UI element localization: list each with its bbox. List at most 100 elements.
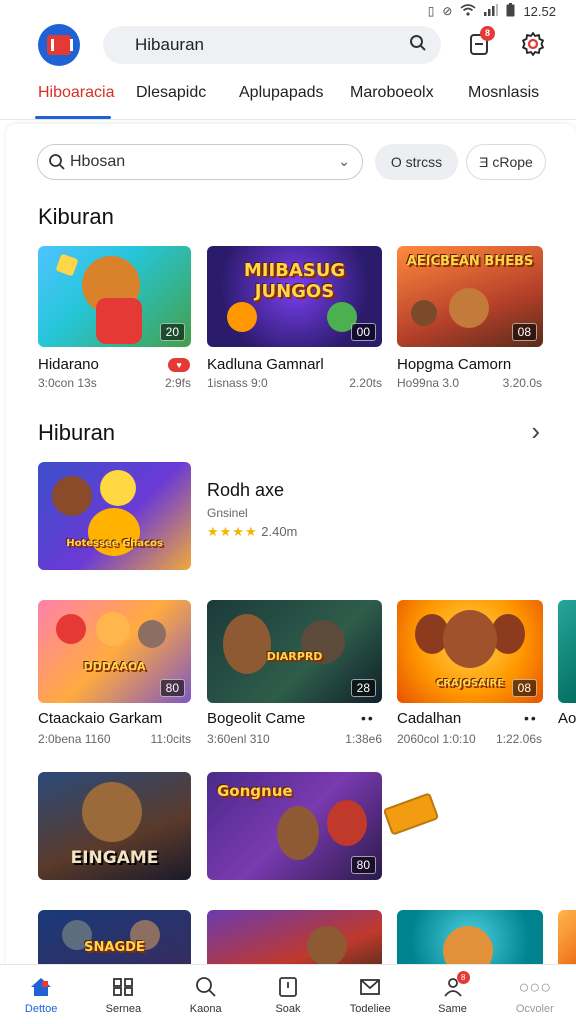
featured-game-thumbnail[interactable]: Hotessee Ghacos (38, 462, 191, 570)
game-meta: 2060col 1:0:10 (397, 732, 476, 746)
signal-icon (484, 3, 499, 19)
section-title-kiburan: Kiburan (38, 204, 114, 229)
game-art-title: Gongnue (217, 782, 293, 800)
top-search-input[interactable]: Hibauran (103, 26, 441, 64)
ticket-decoration-icon (382, 792, 440, 836)
search-icon[interactable] (409, 34, 427, 52)
nav-label: Soak (275, 1003, 301, 1015)
tab-aplupapads[interactable]: Aplupapads (239, 84, 324, 102)
notification-badge: 8 (480, 26, 495, 41)
game-meta: Ho99na 3.0 (397, 376, 460, 390)
chevron-right-icon[interactable]: › (531, 416, 540, 447)
tab-mosnlasis[interactable]: Mosnlasis (468, 84, 539, 102)
content-sheet: Hbosan ⌄ O strcss Ǝ cRope Kiburan 20 Hid… (6, 124, 576, 984)
filter-dropdown[interactable]: Hbosan ⌄ (37, 144, 363, 180)
game-card-tag: 00 (350, 323, 376, 341)
search-icon (193, 975, 219, 999)
filter-chip-a[interactable]: O strcss (375, 144, 458, 180)
app-logo[interactable] (38, 24, 80, 66)
tab-hiboaracia[interactable]: Hiboaracia (38, 84, 114, 102)
status-time: 12.52 (523, 3, 556, 19)
game-name[interactable]: Bogeolit Came (207, 710, 305, 727)
box-icon (275, 975, 301, 999)
game-card-thumbnail[interactable]: EINGAME (38, 772, 191, 880)
game-name[interactable]: Ctaackaio Garkam (38, 710, 162, 727)
nav-item-same[interactable]: 8 Same (411, 965, 493, 1024)
game-name[interactable]: Hopgma Camorn (397, 356, 511, 373)
chevron-down-icon: ⌄ (338, 153, 350, 169)
game-size: 1:22.06s (495, 732, 542, 746)
category-tabs: Hiboaracia Dlesapidc Aplupapads Maroboeo… (0, 78, 576, 120)
game-meta: 1isnass 9:0 (207, 376, 268, 390)
game-size: 1:38e6 (345, 732, 382, 746)
wifi-icon (460, 3, 476, 19)
game-art-title: SNAGDE (84, 940, 145, 955)
filter-chip-b[interactable]: Ǝ cRope (466, 144, 546, 180)
game-name[interactable]: Hidarano (38, 356, 99, 373)
game-card-tag: 08 (511, 323, 537, 341)
do-not-disturb-icon: ⊘ (442, 4, 453, 18)
home-icon (28, 975, 54, 999)
featured-game-name[interactable]: Rodh axe (207, 480, 284, 501)
game-card-thumbnail[interactable]: AEICBEAN BHEBS 08 (397, 246, 543, 347)
game-name[interactable]: Ao (558, 710, 576, 727)
search-icon (49, 154, 65, 170)
hot-badge-icon: ♥ (168, 358, 190, 372)
nav-item-more[interactable]: ○○○ Ocvoler (494, 965, 576, 1024)
game-name[interactable]: Kadluna Gamnarl (207, 356, 324, 373)
game-card-tag: 80 (159, 679, 185, 697)
nav-item-todeliee[interactable]: Todeliee (329, 965, 411, 1024)
nav-item-sernea[interactable]: Sernea (82, 965, 164, 1024)
more-icon: ○○○ (518, 976, 552, 997)
game-size: 2:9fs (164, 376, 191, 390)
settings-button[interactable] (517, 28, 549, 60)
active-tab-indicator (35, 116, 111, 119)
more-options-icon[interactable]: •• (524, 710, 538, 726)
game-card-thumbnail[interactable] (558, 600, 576, 703)
vibrate-icon: ▯ (427, 4, 435, 18)
nav-item-soak[interactable]: Soak (247, 965, 329, 1024)
more-options-icon[interactable]: •• (361, 710, 375, 726)
game-size: 11:0cits (150, 732, 191, 746)
nav-label: Kaona (189, 1003, 222, 1015)
featured-game-category: Gnsinel (207, 506, 248, 520)
battery-icon (506, 2, 515, 20)
gear-icon (522, 32, 544, 56)
nav-label: Dettoe (24, 1003, 58, 1015)
game-art-title: MIIBASUG JUNGOS (243, 260, 346, 302)
section-title-hiburan: Hiburan (38, 420, 116, 445)
nav-label: Todeliee (349, 1003, 391, 1015)
nav-badge: 8 (456, 971, 470, 984)
game-card-tag: 08 (511, 679, 537, 697)
game-art-title: DDDAAOA (83, 660, 146, 673)
nav-label: Sernea (105, 1003, 142, 1015)
game-art-title: EINGAME (70, 848, 159, 868)
notifications-button[interactable]: 8 (463, 26, 495, 60)
game-card-tag: 28 (350, 679, 376, 697)
nav-label: Ocvoler (515, 1003, 554, 1015)
game-card-thumbnail[interactable]: DDDAAOA 80 (38, 600, 191, 703)
grid-icon (110, 975, 136, 999)
tab-maroboeolx[interactable]: Maroboeolx (350, 84, 434, 102)
game-art-title: AEICBEAN BHEBS (406, 254, 534, 269)
game-art-title: DIARPRD (266, 650, 323, 663)
game-card-thumbnail[interactable]: Gongnue 80 (207, 772, 382, 880)
game-card-thumbnail[interactable]: 20 (38, 246, 191, 347)
nav-item-home[interactable]: Dettoe (0, 965, 82, 1024)
game-card-thumbnail[interactable]: CRAJOSAIRE 08 (397, 600, 543, 703)
tab-dlesapidc[interactable]: Dlesapidc (136, 84, 206, 102)
filter-dropdown-value: Hbosan (70, 153, 126, 170)
nav-label: Same (438, 1003, 467, 1015)
game-meta: 3:60enl 310 (207, 732, 270, 746)
featured-game-rating: ★★★★ 2.40m (207, 524, 297, 540)
game-card-thumbnail[interactable]: DIARPRD 28 (207, 600, 382, 703)
game-card-thumbnail[interactable]: MIIBASUG JUNGOS 00 (207, 246, 382, 347)
game-size: 3.20.0s (502, 376, 542, 390)
nav-item-kaona[interactable]: Kaona (165, 965, 247, 1024)
game-art-title: Hotessee Ghacos (66, 538, 163, 549)
top-search-value: Hibauran (135, 35, 204, 54)
mail-icon (357, 975, 383, 999)
game-name[interactable]: Cadalhan (397, 710, 461, 727)
bottom-navigation: Dettoe Sernea Kaona Soak Todeliee 8 Same… (0, 964, 576, 1024)
game-card-tag: 80 (350, 856, 376, 874)
